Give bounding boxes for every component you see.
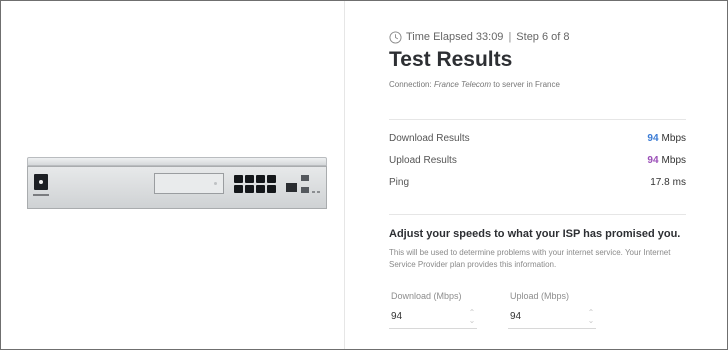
ping-unit: ms	[672, 177, 686, 188]
ping-value: 17.8	[650, 177, 670, 188]
ethernet-port	[234, 185, 243, 193]
ethernet-port	[245, 175, 254, 183]
upload-result-row: Upload Results 94 Mbps	[389, 155, 686, 177]
device-label-strip	[33, 194, 49, 196]
upload-unit: Mbps	[661, 155, 686, 166]
stepper-icon[interactable]: ⌃ ⌄	[467, 309, 477, 325]
power-led	[39, 180, 43, 184]
download-result-value: 94 Mbps	[647, 133, 686, 144]
stepper-icon[interactable]: ⌃ ⌄	[586, 309, 596, 325]
download-input-value[interactable]: 94	[391, 311, 402, 322]
ethernet-port	[245, 185, 254, 193]
connection-info: Connection: France Telecom to server in …	[389, 80, 560, 89]
upload-speed: 94	[647, 155, 659, 166]
drive-bay-led	[214, 182, 217, 185]
upload-field-label: Upload (Mbps)	[510, 291, 570, 301]
download-result-row: Download Results 94 Mbps	[389, 133, 686, 155]
ethernet-port	[256, 175, 265, 183]
wan-port	[286, 183, 297, 192]
download-field-label: Download (Mbps)	[391, 291, 462, 301]
adjust-description: This will be used to determine problems …	[389, 248, 671, 269]
connection-isp: France Telecom	[433, 80, 491, 89]
ethernet-ports	[234, 173, 278, 195]
router-device-image	[27, 157, 327, 209]
device-power-module	[34, 174, 48, 190]
ping-label: Ping	[389, 177, 410, 188]
ethernet-port	[234, 175, 243, 183]
time-elapsed: Time Elapsed 33:09	[406, 31, 504, 43]
drive-bay	[154, 173, 224, 194]
device-top-panel	[27, 157, 327, 166]
page-title: Test Results	[389, 48, 513, 71]
step-indicator: Step 6 of 8	[516, 31, 570, 43]
upload-input-value[interactable]: 94	[510, 311, 521, 322]
ethernet-port	[267, 175, 276, 183]
upload-result-label: Upload Results	[389, 155, 457, 166]
device-image-panel	[1, 1, 344, 349]
ethernet-port	[256, 185, 265, 193]
clock-icon	[389, 30, 402, 44]
download-speed-input[interactable]: 94 ⌃ ⌄	[389, 307, 477, 329]
upload-speed-input[interactable]: 94 ⌃ ⌄	[508, 307, 596, 329]
status-led	[317, 191, 320, 193]
download-speed: 94	[647, 133, 659, 144]
results-list: Download Results 94 Mbps Upload Results 9…	[389, 133, 686, 199]
status-line: Time Elapsed 33:09 | Step 6 of 8	[389, 29, 570, 45]
status-separator: |	[508, 31, 512, 43]
adjust-heading: Adjust your speeds to what your ISP has …	[389, 228, 681, 240]
status-led	[312, 191, 315, 193]
ping-result-value: 17.8 ms	[650, 177, 686, 188]
device-front-panel	[27, 166, 327, 209]
connection-server: server in France	[502, 80, 560, 89]
upload-result-value: 94 Mbps	[647, 155, 686, 166]
connection-to: to	[493, 80, 500, 89]
ping-result-row: Ping 17.8 ms	[389, 177, 686, 199]
ethernet-port	[267, 185, 276, 193]
sfp-port	[301, 175, 309, 181]
sfp-port	[301, 187, 309, 193]
section-divider	[389, 119, 686, 120]
section-divider	[389, 214, 686, 215]
download-result-label: Download Results	[389, 133, 470, 144]
download-unit: Mbps	[661, 133, 686, 144]
results-panel: Time Elapsed 33:09 | Step 6 of 8 Test Re…	[345, 1, 727, 349]
connection-prefix: Connection:	[389, 80, 432, 89]
